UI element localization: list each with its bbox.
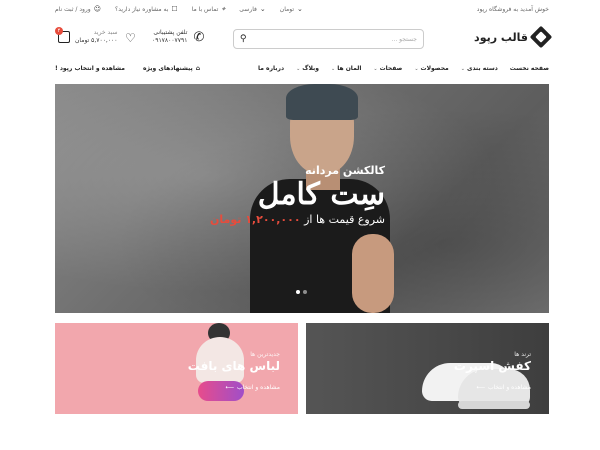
login-link[interactable]: ☺ ورود / ثبت نام bbox=[55, 4, 102, 13]
chevron-down-icon: ⌄ bbox=[296, 65, 301, 72]
nav-items: صفحه نخست دسته بندی ⌄ محصولات ⌄ صفحات ⌄ المان ه… bbox=[258, 65, 549, 72]
welcome-text: خوش آمدید به فروشگاه رپود bbox=[476, 5, 549, 13]
nav-item[interactable]: وبلاگ ⌄ bbox=[296, 65, 319, 72]
search-icon[interactable]: ⚲ bbox=[240, 34, 247, 44]
slider-dots[interactable] bbox=[296, 290, 307, 294]
banner-small: ترند ها bbox=[514, 351, 531, 358]
banner-title: لباس های بافت bbox=[187, 359, 280, 373]
cart[interactable]: سبد خرید ۵,۷۰۰,۰۰۰ تومان ۴ bbox=[55, 27, 118, 45]
chevron-down-icon: ⌄ bbox=[373, 65, 378, 72]
banner-knitwear[interactable]: جدیدترین ها لباس های بافت مشاهده و انتخا… bbox=[55, 323, 298, 414]
chevron-down-icon: ⌄ bbox=[414, 65, 419, 72]
chat-icon: ☐ bbox=[171, 4, 178, 13]
logo-mark-icon bbox=[529, 25, 553, 49]
phone-label: تلفن پشتیبانی bbox=[153, 29, 188, 36]
cart-count-badge: ۴ bbox=[55, 27, 63, 35]
top-links: ⌄ تومان ⌄ فارسی ⌖ تماس با ما ☐ به مشاوره نیا… bbox=[55, 4, 303, 13]
banner-sport-shoes[interactable]: ترند ها کفش اسپرت مشاهده و انتخاب ⟵ bbox=[306, 323, 549, 414]
nav-item[interactable]: محصولات ⌄ bbox=[414, 65, 448, 72]
arrow-left-icon: ⟵ bbox=[476, 384, 485, 391]
nav-item[interactable]: درباره ما bbox=[258, 65, 284, 72]
nav-item[interactable]: المان ها ⌄ bbox=[331, 65, 361, 72]
language-select[interactable]: ⌄ فارسی bbox=[239, 4, 266, 13]
location-icon: ⌖ bbox=[221, 4, 226, 13]
hero-subtitle: کالکشن مردانه bbox=[305, 164, 385, 177]
chevron-down-icon: ⌄ bbox=[297, 4, 303, 13]
hero-text: کالکشن مردانه سِت کامل شروع قیمت ها از ۱… bbox=[210, 164, 385, 226]
banner-link[interactable]: مشاهده و انتخاب ⟵ bbox=[476, 384, 531, 391]
banner-small: جدیدترین ها bbox=[250, 351, 280, 358]
hero-title: سِت کامل bbox=[257, 177, 385, 212]
browse-link[interactable]: مشاهده و انتخاب رپود ! bbox=[55, 65, 125, 72]
search-box[interactable]: جستجو ... ⚲ bbox=[233, 29, 424, 49]
hero-slider[interactable]: کالکشن مردانه سِت کامل شروع قیمت ها از ۱… bbox=[55, 84, 549, 313]
chevron-down-icon: ⌄ bbox=[460, 65, 465, 72]
cart-total: ۵,۷۰۰,۰۰۰ تومان bbox=[75, 37, 118, 44]
chevron-down-icon: ⌄ bbox=[330, 65, 336, 72]
top-bar: خوش آمدید به فروشگاه رپود ⌄ تومان ⌄ فارسی … bbox=[0, 0, 600, 18]
bag-icon: ۴ bbox=[55, 27, 70, 43]
logo-text: قالب رپود bbox=[474, 30, 528, 44]
banner-title: کفش اسپرت bbox=[453, 359, 531, 373]
special-offers-link[interactable]: ⌂ پیشنهادهای ویژه bbox=[143, 65, 200, 72]
chevron-down-icon: ⌄ bbox=[259, 4, 266, 13]
header: قالب رپود جستجو ... ⚲ ✆ تلفن پشتیبانی ۰۹… bbox=[0, 24, 600, 54]
cart-label: سبد خرید bbox=[93, 29, 118, 36]
currency-select[interactable]: ⌄ تومان bbox=[280, 4, 303, 13]
heart-icon[interactable]: ♡ bbox=[125, 31, 136, 45]
contact-link[interactable]: ⌖ تماس با ما bbox=[192, 4, 226, 13]
hero-price-value: ۱,۲۰۰,۰۰۰ تومان bbox=[210, 213, 301, 226]
nav-item[interactable]: صفحه نخست bbox=[510, 65, 549, 72]
phone-icon: ✆ bbox=[193, 29, 205, 45]
slider-dot[interactable] bbox=[303, 290, 307, 294]
hero-price: شروع قیمت ها از ۱,۲۰۰,۰۰۰ تومان bbox=[210, 213, 385, 226]
phone-number: ۰۹۱۷۸۰۰۷۷۹۱ bbox=[152, 37, 188, 44]
logo[interactable]: قالب رپود bbox=[474, 25, 553, 49]
support-phone[interactable]: ✆ تلفن پشتیبانی ۰۹۱۷۸۰۰۷۷۹۱ bbox=[152, 29, 204, 45]
nav-item[interactable]: صفحات ⌄ bbox=[373, 65, 402, 72]
nav-item[interactable]: دسته بندی ⌄ bbox=[461, 65, 498, 72]
user-icon: ☺ bbox=[93, 4, 102, 13]
consult-link[interactable]: ☐ به مشاوره نیاز دارید؟ bbox=[115, 4, 178, 13]
arrow-left-icon: ⟵ bbox=[225, 384, 234, 391]
tag-icon: ⌂ bbox=[195, 65, 201, 72]
main-nav: صفحه نخست دسته بندی ⌄ محصولات ⌄ صفحات ⌄ المان ه… bbox=[0, 63, 600, 77]
slider-dot[interactable] bbox=[296, 290, 300, 294]
search-input[interactable]: جستجو ... bbox=[247, 36, 417, 43]
banner-link[interactable]: مشاهده و انتخاب ⟵ bbox=[225, 384, 280, 391]
